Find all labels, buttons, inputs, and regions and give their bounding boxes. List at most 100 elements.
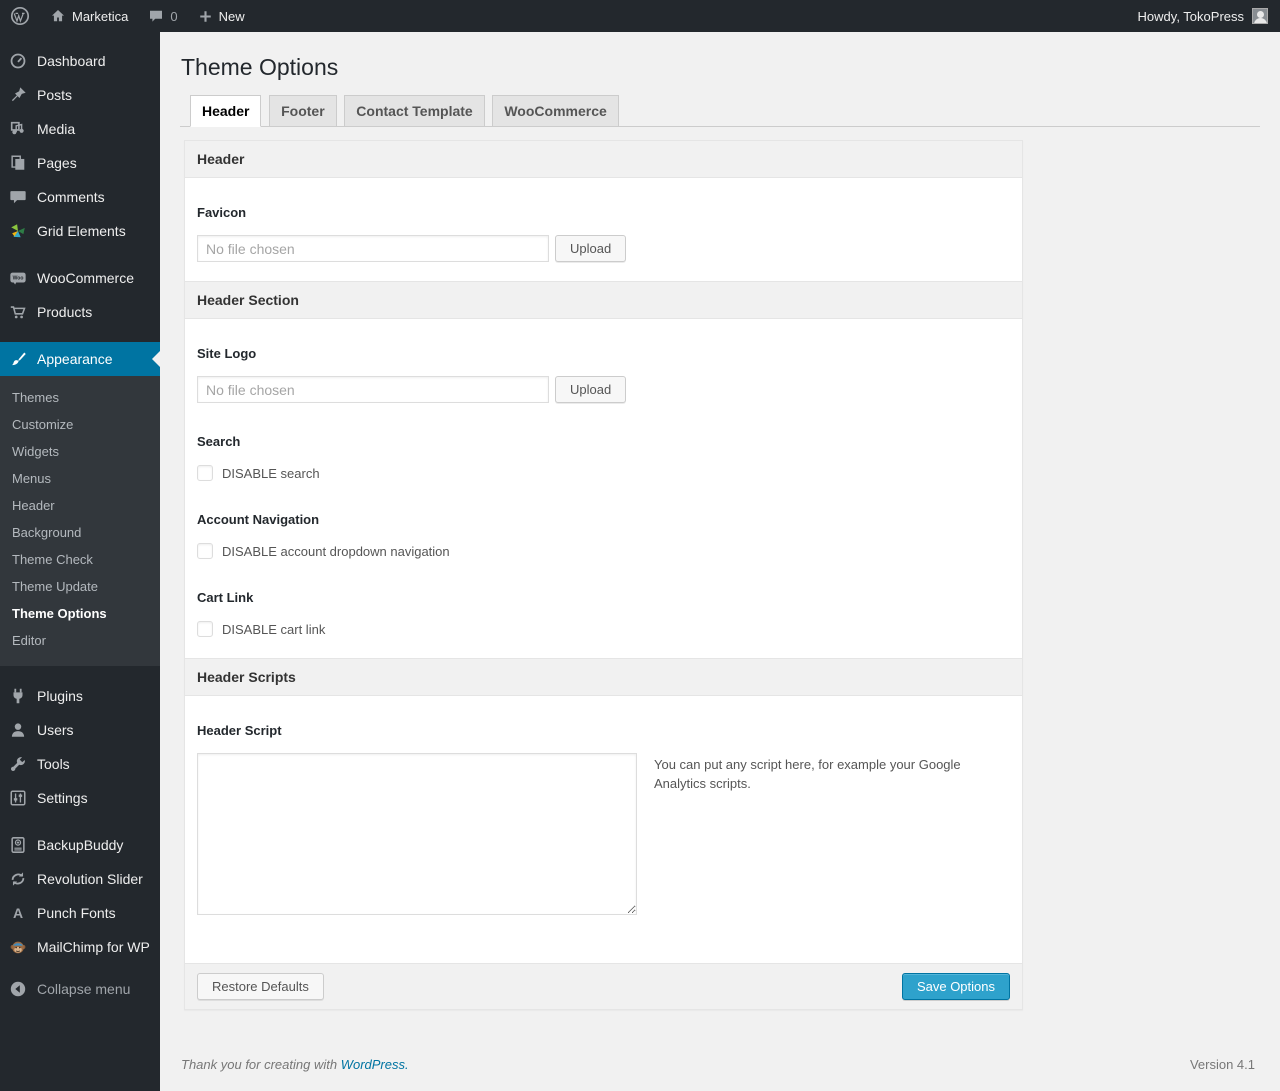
comment-bubble-icon xyxy=(148,8,164,24)
paintbrush-icon xyxy=(8,349,28,369)
favicon-label: Favicon xyxy=(197,205,247,220)
site-name-menu[interactable]: Marketica xyxy=(40,0,138,32)
sidebar-item-settings[interactable]: Settings xyxy=(0,781,160,815)
tab-contact-template[interactable]: Contact Template xyxy=(344,95,485,127)
restore-defaults-button[interactable]: Restore Defaults xyxy=(197,973,324,1000)
sidebar-item-label: Pages xyxy=(37,155,77,171)
search-field: Search DISABLE search xyxy=(197,434,1010,481)
plus-icon xyxy=(198,9,213,24)
appearance-submenu: Themes Customize Widgets Menus Header Ba… xyxy=(0,376,160,666)
sidebar-item-media[interactable]: Media xyxy=(0,112,160,146)
pushpin-icon xyxy=(8,85,28,105)
sidebar-item-label: Appearance xyxy=(37,351,113,367)
tab-bar: Header Footer Contact Template WooCommer… xyxy=(180,95,1260,127)
save-options-button[interactable]: Save Options xyxy=(901,973,1010,1000)
footer-thanks-prefix: Thank you for creating with xyxy=(181,1057,341,1072)
submenu-item-theme-options[interactable]: Theme Options xyxy=(0,600,160,627)
comments-menu[interactable]: 0 xyxy=(138,0,187,32)
sidebar-item-products[interactable]: Products xyxy=(0,295,160,329)
media-icon xyxy=(8,119,28,139)
disable-search-checkbox-label[interactable]: DISABLE search xyxy=(222,466,320,481)
sidebar-item-label: Grid Elements xyxy=(37,223,126,239)
menu-separator xyxy=(0,248,160,261)
sidebar-item-grid-elements[interactable]: Grid Elements xyxy=(0,214,160,248)
site-logo-file-input[interactable] xyxy=(197,376,549,403)
woocommerce-icon: Woo xyxy=(8,268,28,288)
avatar[interactable] xyxy=(1252,8,1268,24)
header-script-textarea[interactable] xyxy=(197,753,637,915)
footer-version: Version 4.1 xyxy=(1189,1057,1255,1072)
grid-elements-icon xyxy=(8,221,28,241)
favicon-file-input[interactable] xyxy=(197,235,549,262)
section-body-header: Favicon Upload xyxy=(185,205,1022,281)
page-title: Theme Options xyxy=(181,54,339,80)
collapse-menu-button[interactable]: Collapse menu xyxy=(0,972,160,1006)
disable-cart-link-checkbox[interactable] xyxy=(197,621,213,637)
sidebar-item-label: Dashboard xyxy=(37,53,106,69)
sidebar-item-label: Punch Fonts xyxy=(37,905,116,921)
sidebar-item-woocommerce[interactable]: Woo WooCommerce xyxy=(0,261,160,295)
wrench-icon xyxy=(8,754,28,774)
new-label: New xyxy=(218,8,245,24)
sidebar-item-label: Tools xyxy=(37,756,70,772)
sidebar-item-label: Users xyxy=(37,722,74,738)
disable-cart-link-checkbox-label[interactable]: DISABLE cart link xyxy=(222,622,325,637)
sidebar-item-comments[interactable]: Comments xyxy=(0,180,160,214)
user-icon xyxy=(8,720,28,740)
howdy-text[interactable]: Howdy, TokoPress xyxy=(1138,9,1244,24)
disable-account-nav-checkbox[interactable] xyxy=(197,543,213,559)
disable-search-checkbox[interactable] xyxy=(197,465,213,481)
sidebar-item-label: WooCommerce xyxy=(37,270,134,286)
submenu-item-widgets[interactable]: Widgets xyxy=(0,438,160,465)
section-body-header-scripts: Header Script You can put any script her… xyxy=(185,723,1022,963)
sidebar-item-posts[interactable]: Posts xyxy=(0,78,160,112)
home-icon xyxy=(50,8,66,24)
tab-woocommerce[interactable]: WooCommerce xyxy=(492,95,619,127)
submenu-item-menus[interactable]: Menus xyxy=(0,465,160,492)
site-logo-upload-button[interactable]: Upload xyxy=(555,376,627,403)
sidebar-item-pages[interactable]: Pages xyxy=(0,146,160,180)
panel-footer: Restore Defaults Save Options xyxy=(185,963,1022,1009)
submenu-item-header[interactable]: Header xyxy=(0,492,160,519)
sidebar-item-label: BackupBuddy xyxy=(37,837,124,853)
submenu-item-background[interactable]: Background xyxy=(0,519,160,546)
menu-separator xyxy=(0,329,160,342)
wordpress-link[interactable]: WordPress. xyxy=(341,1057,409,1072)
sidebar-item-label: Settings xyxy=(37,790,88,806)
tab-footer[interactable]: Footer xyxy=(269,95,337,127)
sidebar-item-punch-fonts[interactable]: A Punch Fonts xyxy=(0,896,160,930)
submenu-item-theme-check[interactable]: Theme Check xyxy=(0,546,160,573)
account-navigation-label: Account Navigation xyxy=(197,512,320,527)
favicon-upload-button[interactable]: Upload xyxy=(555,235,627,262)
sidebar-item-label: Posts xyxy=(37,87,73,103)
submenu-item-customize[interactable]: Customize xyxy=(0,411,160,438)
section-header-header-section: Header Section xyxy=(185,281,1022,319)
site-logo-field: Site Logo Upload xyxy=(197,346,1010,403)
sidebar-item-users[interactable]: Users xyxy=(0,713,160,747)
tab-header[interactable]: Header xyxy=(190,95,262,127)
theme-options-panel: Header Favicon Upload Header Section Sit… xyxy=(184,140,1023,1010)
submenu-item-theme-update[interactable]: Theme Update xyxy=(0,573,160,600)
new-content-menu[interactable]: New xyxy=(188,0,255,32)
site-name-label: Marketica xyxy=(72,8,129,24)
dashboard-icon xyxy=(8,51,28,71)
wordpress-logo-menu[interactable] xyxy=(0,0,40,32)
header-script-label: Header Script xyxy=(197,723,282,738)
cart-icon xyxy=(8,302,28,322)
sidebar-item-revolution-slider[interactable]: Revolution Slider xyxy=(0,862,160,896)
svg-text:Woo: Woo xyxy=(13,276,24,282)
admin-bar: Marketica 0 New Howdy, TokoPress xyxy=(0,0,1280,32)
section-header-header-scripts: Header Scripts xyxy=(185,658,1022,696)
disable-account-nav-checkbox-label[interactable]: DISABLE account dropdown navigation xyxy=(222,544,450,559)
submenu-item-themes[interactable]: Themes xyxy=(0,384,160,411)
sidebar-item-tools[interactable]: Tools xyxy=(0,747,160,781)
submenu-item-editor[interactable]: Editor xyxy=(0,627,160,654)
sidebar-item-plugins[interactable]: Plugins xyxy=(0,679,160,713)
sidebar-item-backupbuddy[interactable]: BackupBuddy xyxy=(0,828,160,862)
sidebar-item-mailchimp[interactable]: MailChimp for WP xyxy=(0,930,160,964)
header-script-description: You can put any script here, for example… xyxy=(654,757,961,791)
sidebar-item-dashboard[interactable]: Dashboard xyxy=(0,44,160,78)
sidebar-item-appearance[interactable]: Appearance xyxy=(0,342,160,376)
section-header-header: Header xyxy=(185,141,1022,178)
favicon-field: Favicon Upload xyxy=(197,205,1010,262)
